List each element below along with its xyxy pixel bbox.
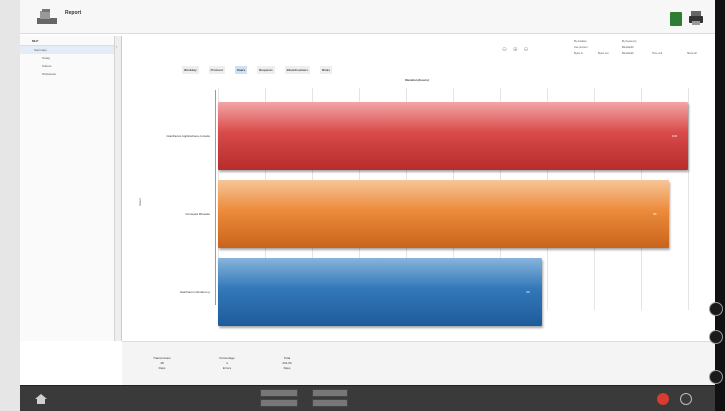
filter-option[interactable]: By duration <box>574 40 587 43</box>
bar-value-label: 69 <box>526 290 530 294</box>
sidebar-item-today[interactable]: Today <box>20 54 114 62</box>
sidebar-header[interactable]: MLP <box>20 36 114 46</box>
summary-unit: Days <box>283 366 291 370</box>
category-label: Gianfranco Applicazione console <box>166 134 210 138</box>
filter-option[interactable]: Bytes out <box>598 52 608 55</box>
category-label: Gianfranco Girolamo p <box>179 290 210 294</box>
chart-title: Duration (hours) <box>405 78 429 82</box>
side-icon[interactable] <box>709 370 723 384</box>
app-title: Report <box>65 10 82 16</box>
home-icon[interactable] <box>35 394 47 404</box>
sidebar-item-subnet[interactable]: Subnet <box>20 62 114 70</box>
chevron-icon: ‹ <box>116 44 118 49</box>
time-input-2[interactable] <box>312 399 348 407</box>
bar-value-label: 100 <box>672 134 678 138</box>
bar[interactable] <box>218 102 688 170</box>
filter-option[interactable]: Show all <box>687 52 696 55</box>
filter-option[interactable]: Bytes in <box>574 52 583 55</box>
y-axis-label: Users <box>138 198 142 206</box>
end-value-input[interactable] <box>260 399 298 407</box>
filter-option[interactable]: By frequency <box>622 40 637 43</box>
side-icon[interactable] <box>709 330 723 344</box>
gridline <box>688 88 689 310</box>
side-icon[interactable] <box>709 302 723 316</box>
filter-option[interactable]: Bandwidth <box>622 46 634 49</box>
filter-option[interactable]: Time unit <box>652 52 662 55</box>
filter-option[interactable]: Bandwidth <box>622 52 634 55</box>
time-input[interactable] <box>312 389 348 397</box>
sidebar-item-summary[interactable]: Summary <box>20 46 114 54</box>
tab-workday[interactable]: Workday <box>182 66 199 74</box>
summary-transmission: Transmission 48 Days <box>142 356 182 371</box>
category-label: Consuela Rinaudo <box>185 212 210 216</box>
app-logo-icon <box>37 9 57 24</box>
app-window: Report MLP Summary Today Subnet Workweek… <box>20 0 715 385</box>
export-excel-icon[interactable] <box>670 12 682 26</box>
sidebar-item-workweek[interactable]: Workweek <box>20 70 114 78</box>
summary-bar: Transmission 48 Days Percentage 4 Errors… <box>122 341 715 385</box>
tab-users[interactable]: Users <box>234 66 248 74</box>
bottom-toolbar <box>20 385 715 411</box>
zoom-icons[interactable]: ⊖ ⊕ ⊖ <box>502 46 530 53</box>
tab-requests[interactable]: Requests <box>257 66 275 74</box>
window-left-frame <box>0 0 20 411</box>
tab-risks[interactable]: Risks <box>320 66 333 74</box>
filter-option[interactable]: Use percent <box>574 46 587 49</box>
bar[interactable] <box>218 258 543 326</box>
help-icon[interactable] <box>680 393 692 405</box>
summary-unit: Days <box>158 366 166 370</box>
y-axis <box>215 90 216 305</box>
filter-panel: ⊖ ⊕ ⊖ By duration By frequency Use perce… <box>502 36 715 66</box>
start-value-input[interactable] <box>260 389 298 397</box>
record-icon[interactable] <box>657 393 669 405</box>
report-tree-sidebar: MLP Summary Today Subnet Workweek <box>20 36 115 341</box>
print-icon[interactable] <box>688 10 704 26</box>
tab-protocol[interactable]: Protocol <box>208 66 225 74</box>
report-tabs: Workday Protocol Users Requests BlockCou… <box>182 66 333 74</box>
summary-total: Total 201.00 Days <box>267 356 307 371</box>
report-main: ⊖ ⊕ ⊖ By duration By frequency Use perce… <box>122 34 715 341</box>
bar[interactable] <box>218 180 670 248</box>
title-bar: Report <box>20 0 715 34</box>
bar-value-label: 96 <box>653 212 657 216</box>
summary-percentage: Percentage 4 Errors <box>207 356 247 371</box>
tab-blockcounters[interactable]: BlockCounters <box>284 66 310 74</box>
summary-unit: Errors <box>222 366 232 370</box>
window-right-frame <box>709 0 725 411</box>
bar-chart: Duration (hours) Users Days Gianfranco A… <box>122 76 712 341</box>
sidebar-collapse-handle[interactable]: ‹ <box>115 36 122 341</box>
